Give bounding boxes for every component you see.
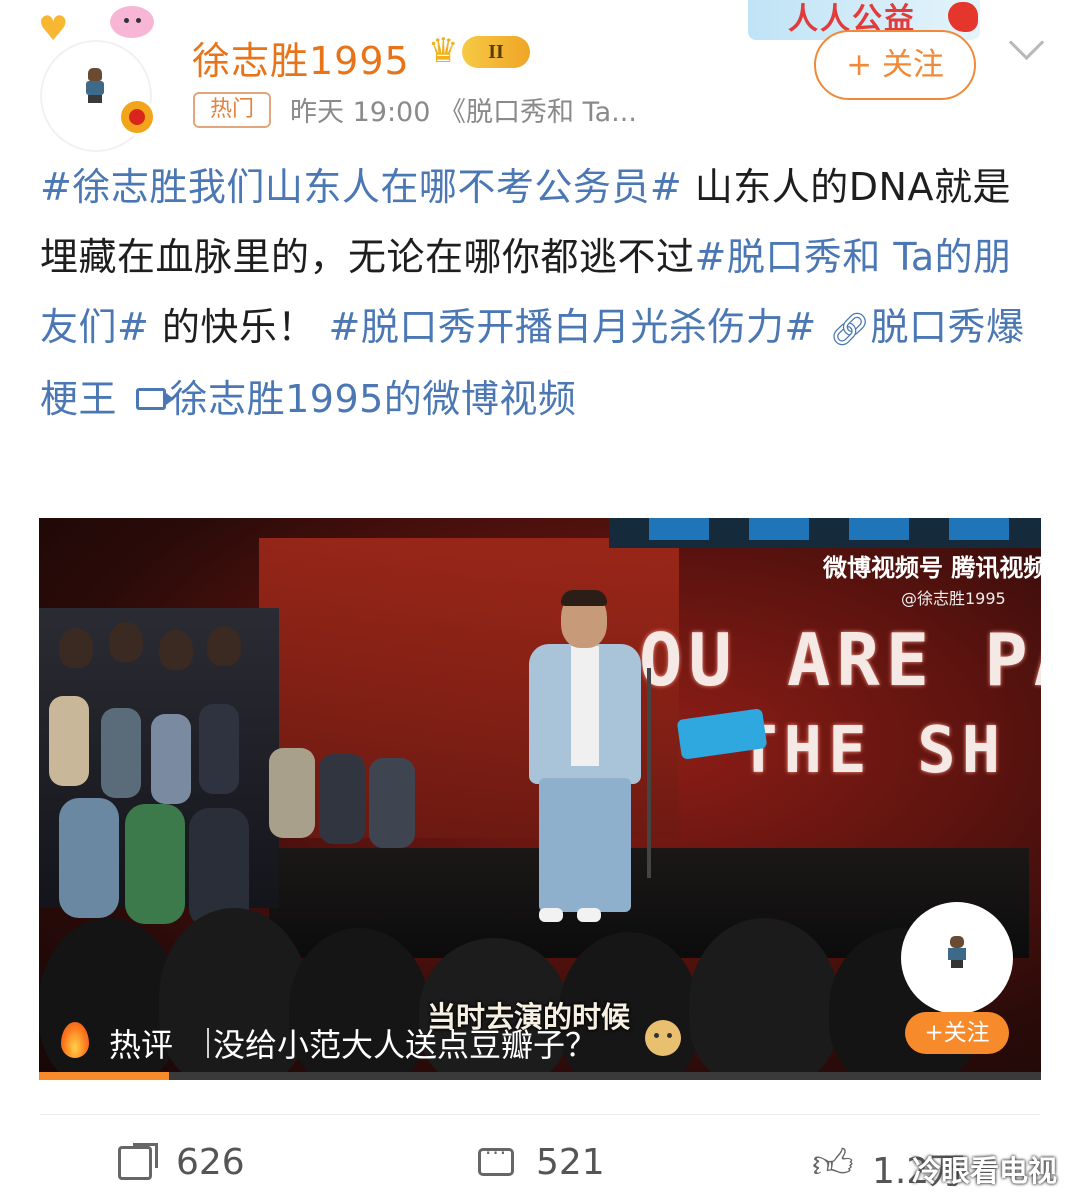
doge-icon <box>645 1020 681 1056</box>
avatar-figure <box>84 68 106 103</box>
topic-link[interactable]: #徐志胜我们山东人在哪不考公务员# <box>40 165 682 209</box>
post-body: 的快乐！ <box>149 305 316 349</box>
level-badge[interactable]: ♛ II <box>428 32 532 72</box>
verified-icon <box>118 98 156 136</box>
video-progress-bar[interactable] <box>39 1072 1041 1080</box>
video-avatar[interactable] <box>901 902 1013 1014</box>
mascot-icon <box>104 0 160 42</box>
topic-link[interactable]: #脱口秀开播白月光杀伤力# <box>329 305 817 349</box>
timestamp: 昨天 19:00 <box>290 97 431 128</box>
comment-icon <box>478 1141 514 1176</box>
stage-text: THE SH <box>739 714 1007 788</box>
heart-icon: ♥ <box>38 9 69 49</box>
share-count: 626 <box>176 1142 245 1183</box>
video-link[interactable]: 徐志胜1995的微博视频 <box>170 377 577 421</box>
like-icon: 👍︎ <box>812 1141 854 1187</box>
watermark-user: @徐志胜1995 <box>901 589 1006 608</box>
divider <box>207 1028 209 1058</box>
hot-comment-label: 热评 <box>109 1026 174 1064</box>
follow-button[interactable]: + 关注 <box>814 30 976 100</box>
watermark-logo: 微博视频号 腾讯视频 <box>823 554 1041 582</box>
video-player[interactable]: OU ARE PA THE SH 微博视频号 腾讯视频 @徐志胜1995 当时去… <box>39 518 1041 1080</box>
link-icon: 🔗︎ <box>829 310 871 348</box>
performer <box>521 590 651 922</box>
video-follow-button[interactable]: +关注 <box>905 1012 1009 1054</box>
hot-comment-bar[interactable]: 热评 没给小范大人送点豆瓣子？ <box>39 1014 1041 1070</box>
comment-count: 521 <box>536 1142 605 1183</box>
video-icon <box>135 387 174 410</box>
post-source[interactable]: 《脱口秀和 Ta... <box>439 97 637 128</box>
hot-tag: 热门 <box>193 92 271 128</box>
level-badge-label: II <box>462 36 530 68</box>
post-meta: 昨天 19:00 《脱口秀和 Ta... <box>290 90 637 129</box>
divider <box>40 1114 1040 1115</box>
comment-button[interactable]: 521 <box>478 1138 638 1190</box>
hot-comment-text: 没给小范大人送点豆瓣子？ <box>213 1026 598 1064</box>
chevron-down-icon[interactable] <box>1008 24 1045 61</box>
site-watermark: 冷眼看电视 <box>912 1154 1058 1188</box>
video-progress-fill <box>39 1072 170 1080</box>
post-text: #徐志胜我们山东人在哪不考公务员# 山东人的DNA就是埋藏在血脉里的，无论在哪你… <box>40 152 1040 434</box>
mascot-bird-icon <box>948 2 978 32</box>
username[interactable]: 徐志胜1995 <box>192 30 410 85</box>
video-watermark: 微博视频号 腾讯视频 @徐志胜1995 <box>823 548 1041 609</box>
share-icon <box>118 1146 152 1180</box>
flame-icon <box>61 1022 89 1058</box>
share-button[interactable]: 626 <box>118 1138 278 1190</box>
stage-text: OU ARE PA <box>639 618 1041 702</box>
